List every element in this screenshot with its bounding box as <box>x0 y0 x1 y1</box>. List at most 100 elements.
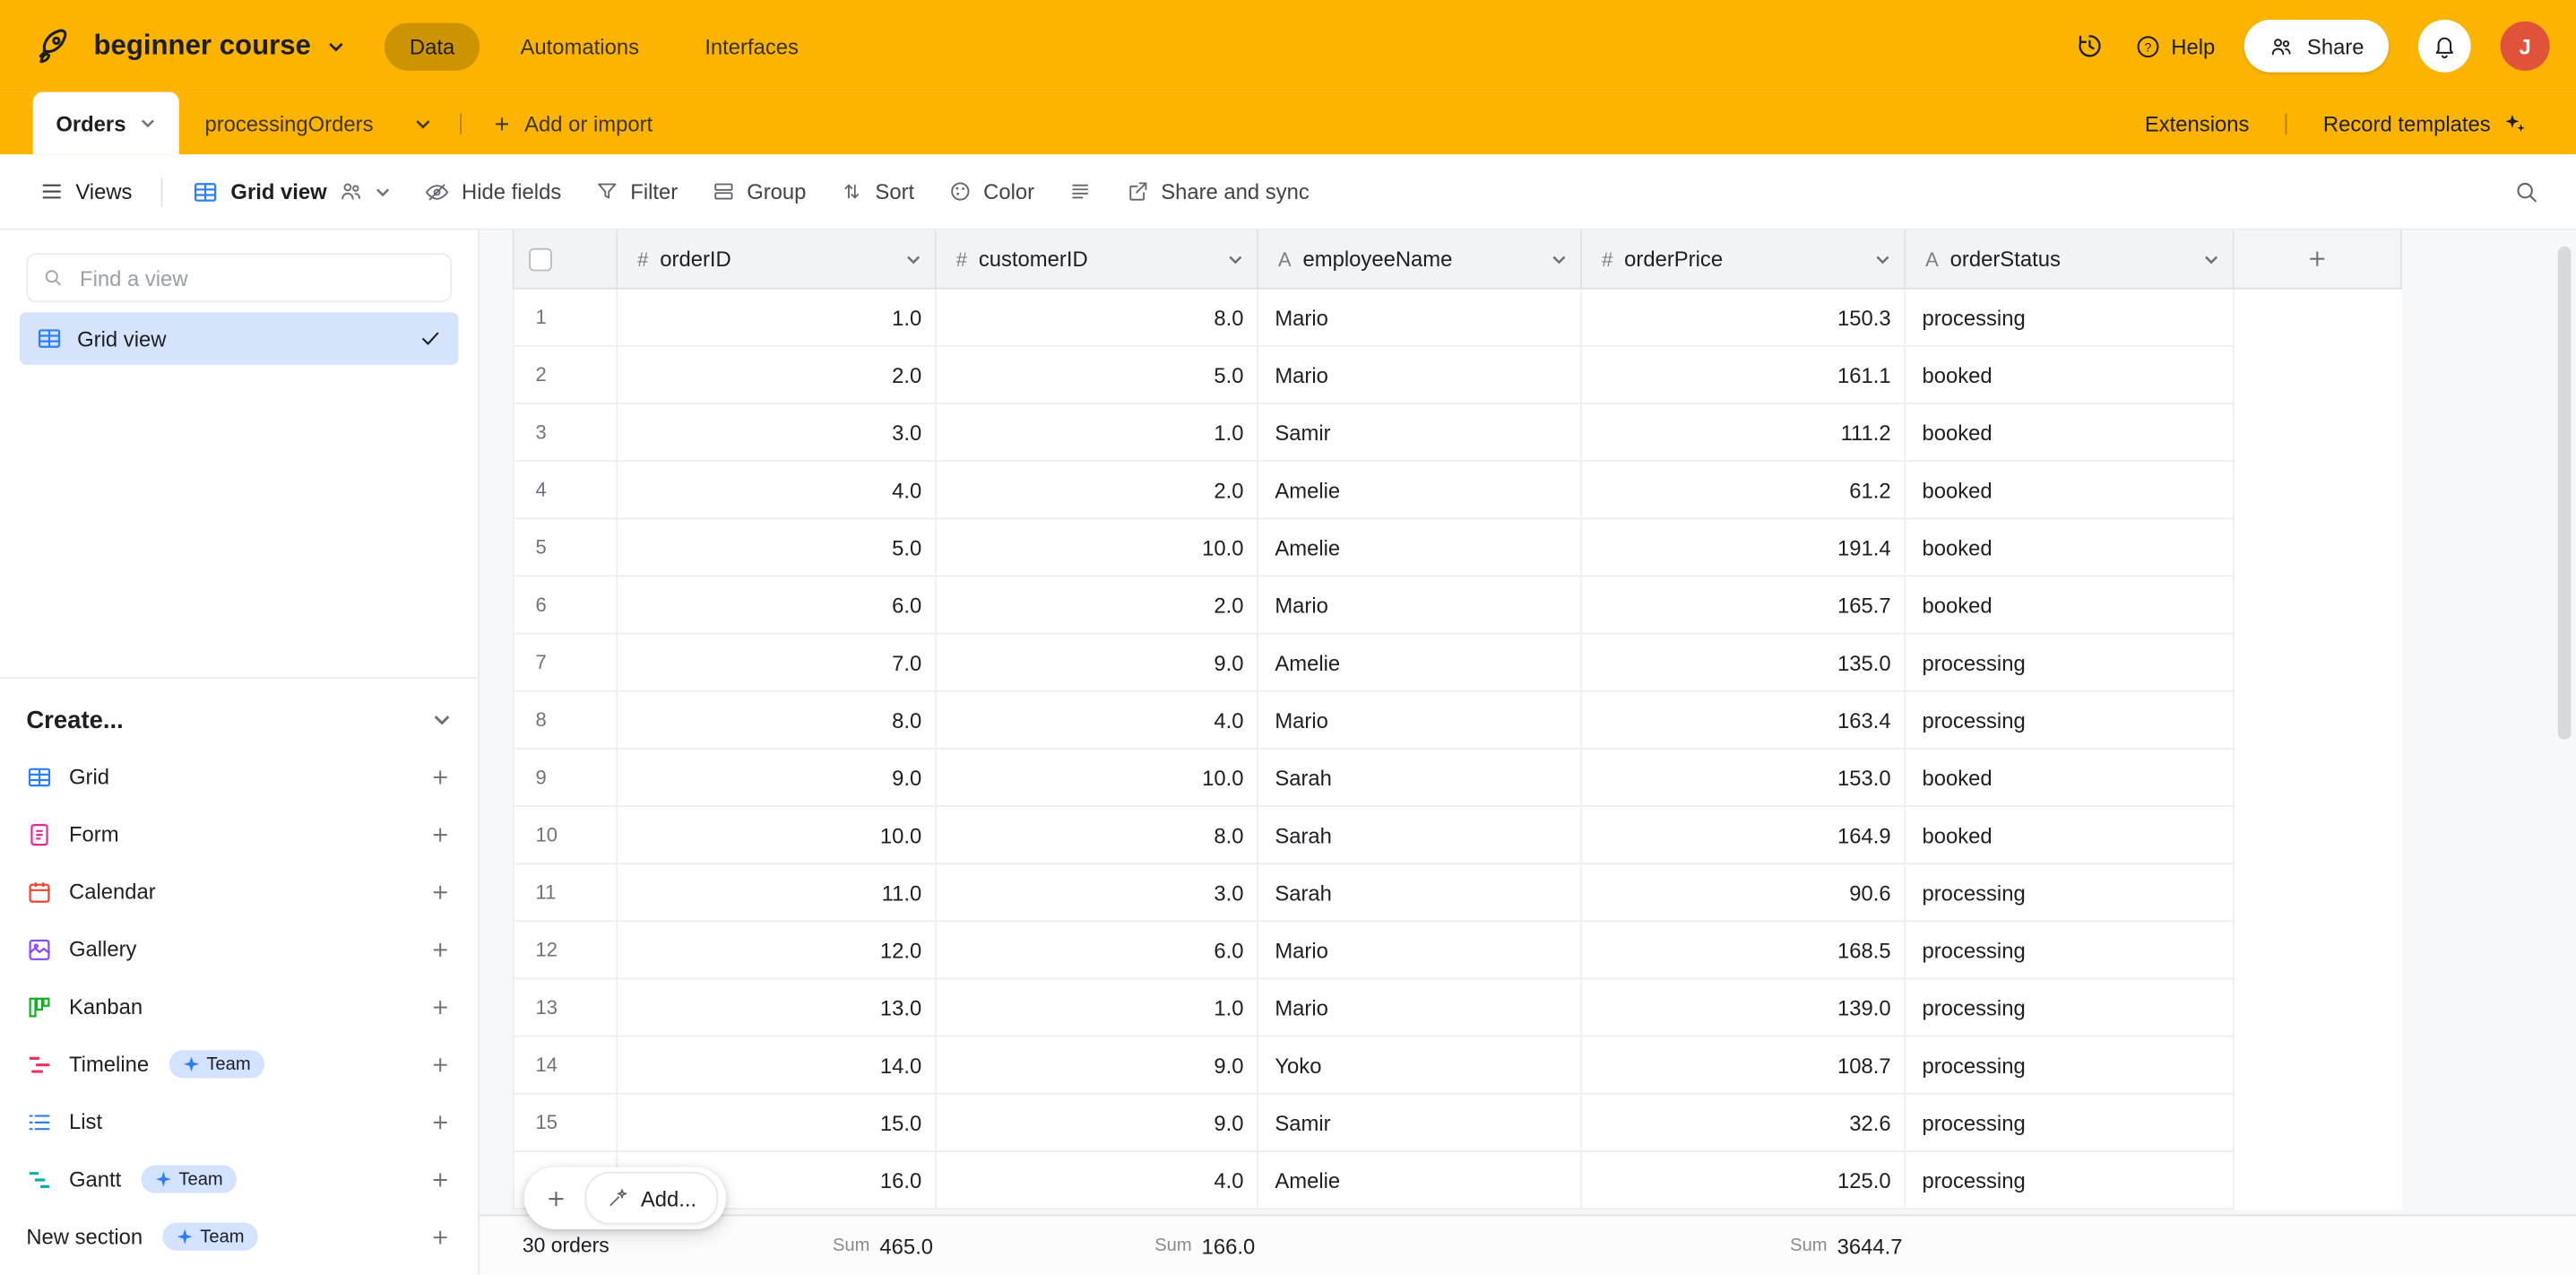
add-or-import-button[interactable]: Add or import <box>475 92 669 155</box>
select-all-header[interactable] <box>513 230 618 290</box>
cell-orderStatus[interactable]: processing <box>1906 922 2235 979</box>
cell-orderID[interactable]: 8.0 <box>618 692 937 750</box>
row-number[interactable]: 9 <box>513 750 618 807</box>
cell-customerID[interactable]: 1.0 <box>937 404 1258 462</box>
cell-orderStatus[interactable]: processing <box>1906 1095 2235 1152</box>
row-number[interactable]: 10 <box>513 807 618 864</box>
cell-orderPrice[interactable]: 150.3 <box>1582 290 1906 347</box>
cell-orderStatus[interactable]: processing <box>1906 864 2235 922</box>
cell-orderID[interactable]: 10.0 <box>618 807 937 864</box>
cell-orderID[interactable]: 13.0 <box>618 979 937 1036</box>
row-number[interactable]: 4 <box>513 462 618 519</box>
row-number[interactable]: 7 <box>513 634 618 691</box>
row-number[interactable]: 8 <box>513 692 618 750</box>
cell-employeeName[interactable]: Sarah <box>1258 807 1582 864</box>
cell-orderID[interactable]: 1.0 <box>618 290 937 347</box>
cell-orderStatus[interactable]: booked <box>1906 347 2235 404</box>
cell-orderStatus[interactable]: processing <box>1906 1037 2235 1095</box>
add-view-icon[interactable] <box>428 765 452 788</box>
cell-orderStatus[interactable]: processing <box>1906 290 2235 347</box>
row-number[interactable]: 1 <box>513 290 618 347</box>
create-item-gallery[interactable]: Gallery <box>26 920 452 977</box>
cell-orderID[interactable]: 4.0 <box>618 462 937 519</box>
cell-employeeName[interactable]: Samir <box>1258 1095 1582 1152</box>
cell-orderPrice[interactable]: 61.2 <box>1582 462 1906 519</box>
color-button[interactable]: Color <box>930 168 1050 215</box>
create-item-calendar[interactable]: Calendar <box>26 863 452 920</box>
select-all-checkbox[interactable] <box>529 247 552 271</box>
column-header-orderStatus[interactable]: AorderStatus <box>1906 230 2235 290</box>
create-section-header[interactable]: Create... <box>26 692 452 748</box>
cell-orderPrice[interactable]: 153.0 <box>1582 750 1906 807</box>
cell-employeeName[interactable]: Mario <box>1258 979 1582 1036</box>
cell-orderID[interactable]: 11.0 <box>618 864 937 922</box>
add-view-icon[interactable] <box>428 822 452 846</box>
cell-orderStatus[interactable]: booked <box>1906 462 2235 519</box>
add-view-icon[interactable] <box>428 938 452 961</box>
table-list-dropdown[interactable] <box>400 92 447 155</box>
cell-orderStatus[interactable]: processing <box>1906 634 2235 691</box>
row-number[interactable]: 2 <box>513 347 618 404</box>
cell-employeeName[interactable]: Samir <box>1258 404 1582 462</box>
add-view-icon[interactable] <box>428 880 452 904</box>
cell-employeeName[interactable]: Mario <box>1258 347 1582 404</box>
cell-orderStatus[interactable]: booked <box>1906 750 2235 807</box>
cell-orderID[interactable]: 12.0 <box>618 922 937 979</box>
cell-orderStatus[interactable]: processing <box>1906 692 2235 750</box>
cell-customerID[interactable]: 4.0 <box>937 692 1258 750</box>
cell-customerID[interactable]: 4.0 <box>937 1152 1258 1210</box>
base-name-menu[interactable]: beginner course <box>93 30 345 63</box>
vertical-scrollbar[interactable] <box>2558 247 2572 740</box>
cell-orderPrice[interactable]: 168.5 <box>1582 922 1906 979</box>
find-view-box[interactable] <box>26 253 452 302</box>
cell-orderID[interactable]: 3.0 <box>618 404 937 462</box>
cell-customerID[interactable]: 8.0 <box>937 290 1258 347</box>
cell-employeeName[interactable]: Amelie <box>1258 462 1582 519</box>
cell-orderID[interactable]: 9.0 <box>618 750 937 807</box>
views-button[interactable]: Views <box>23 168 149 215</box>
cell-employeeName[interactable]: Mario <box>1258 290 1582 347</box>
view-switcher[interactable]: Grid view <box>177 167 408 216</box>
cell-customerID[interactable]: 9.0 <box>937 1095 1258 1152</box>
cell-employeeName[interactable]: Amelie <box>1258 634 1582 691</box>
cell-orderPrice[interactable]: 135.0 <box>1582 634 1906 691</box>
find-view-input[interactable] <box>76 264 435 291</box>
cell-orderStatus[interactable]: booked <box>1906 404 2235 462</box>
cell-orderStatus[interactable]: booked <box>1906 577 2235 634</box>
share-and-sync-button[interactable]: Share and sync <box>1109 168 1327 215</box>
column-header-orderPrice[interactable]: #orderPrice <box>1582 230 1906 290</box>
help-button[interactable]: ? Help <box>2133 32 2215 60</box>
cell-customerID[interactable]: 2.0 <box>937 462 1258 519</box>
filter-button[interactable]: Filter <box>578 168 695 215</box>
cell-customerID[interactable]: 9.0 <box>937 1037 1258 1095</box>
add-view-icon[interactable] <box>428 995 452 1019</box>
record-templates-button[interactable]: Record templates <box>2300 92 2549 155</box>
row-number[interactable]: 3 <box>513 404 618 462</box>
cell-customerID[interactable]: 8.0 <box>937 807 1258 864</box>
cell-orderID[interactable]: 7.0 <box>618 634 937 691</box>
cell-customerID[interactable]: 9.0 <box>937 634 1258 691</box>
add-view-icon[interactable] <box>428 1053 452 1076</box>
search-button[interactable] <box>2501 165 2554 218</box>
cell-orderID[interactable]: 6.0 <box>618 577 937 634</box>
cell-customerID[interactable]: 5.0 <box>937 347 1258 404</box>
cell-employeeName[interactable]: Mario <box>1258 692 1582 750</box>
cell-orderStatus[interactable]: processing <box>1906 1152 2235 1210</box>
cell-orderPrice[interactable]: 111.2 <box>1582 404 1906 462</box>
create-item-kanban[interactable]: Kanban <box>26 978 452 1036</box>
cell-orderPrice[interactable]: 164.9 <box>1582 807 1906 864</box>
cell-orderPrice[interactable]: 125.0 <box>1582 1152 1906 1210</box>
cell-employeeName[interactable]: Sarah <box>1258 864 1582 922</box>
create-item-timeline[interactable]: TimelineTeam <box>26 1036 452 1093</box>
cell-orderID[interactable]: 14.0 <box>618 1037 937 1095</box>
cell-orderID[interactable]: 2.0 <box>618 347 937 404</box>
cell-customerID[interactable]: 6.0 <box>937 922 1258 979</box>
notifications-button[interactable] <box>2418 20 2471 73</box>
sort-button[interactable]: Sort <box>823 168 931 215</box>
column-header-orderID[interactable]: #orderID <box>618 230 937 290</box>
row-number[interactable]: 5 <box>513 519 618 577</box>
cell-orderPrice[interactable]: 139.0 <box>1582 979 1906 1036</box>
add-view-icon[interactable] <box>428 1110 452 1133</box>
magic-add-button[interactable]: Add... <box>585 1172 718 1225</box>
cell-customerID[interactable]: 10.0 <box>937 519 1258 577</box>
